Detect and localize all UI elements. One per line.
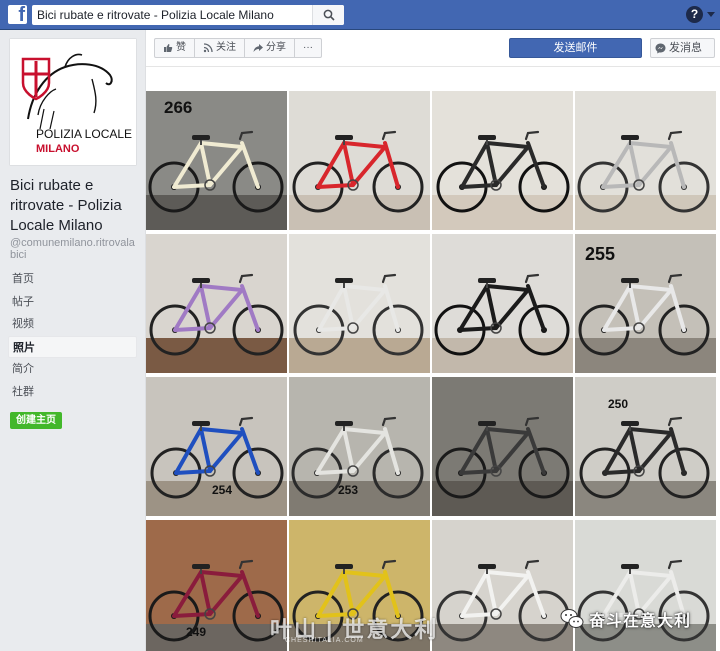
bike-photo[interactable] [432, 91, 573, 230]
more-options-button[interactable]: ··· [294, 38, 322, 58]
bike-photo-image [289, 377, 430, 516]
search-button[interactable] [312, 5, 344, 25]
watermark-right: 奋斗在意大利 [560, 607, 691, 631]
rss-icon [203, 43, 213, 53]
search-box[interactable]: Bici rubate e ritrovate - Polizia Locale… [32, 5, 344, 25]
logo-text-line1: POLIZIA LOCALE [36, 127, 132, 141]
follow-label: 关注 [216, 42, 236, 53]
bike-number-label: 255 [585, 244, 616, 264]
action-button-group: 赞 关注 分享 ··· [154, 38, 322, 58]
watermark-left-subtitle: CHESHITALIA.COM [285, 637, 364, 644]
bike-photo-image [289, 91, 430, 230]
nav-item-videos[interactable]: 视频 [8, 313, 137, 336]
more-icon: ··· [303, 42, 313, 53]
share-button[interactable]: 分享 [244, 38, 295, 58]
thumbs-up-icon [164, 44, 173, 52]
bike-photo-image [432, 520, 573, 651]
bike-photo-image [432, 234, 573, 373]
bike-photo-image [432, 377, 573, 516]
bike-photo[interactable] [289, 234, 430, 373]
share-arrow-icon [253, 44, 263, 52]
bike-photo[interactable] [432, 377, 573, 516]
facebook-logo-icon[interactable]: f [8, 4, 27, 26]
bike-photo[interactable] [432, 520, 573, 651]
wechat-icon [560, 609, 584, 628]
bike-photo-image [146, 520, 287, 651]
bike-photo-image [575, 377, 716, 516]
bike-photo[interactable] [146, 234, 287, 373]
bike-photo-image [575, 91, 716, 230]
messenger-icon [655, 43, 666, 53]
bike-photo[interactable]: 249 [146, 520, 287, 651]
bike-photo-image [289, 234, 430, 373]
send-message-button[interactable]: 发消息 [650, 38, 715, 58]
bike-photo[interactable]: 266 [146, 91, 287, 230]
chevron-down-icon[interactable] [707, 12, 715, 17]
page-title[interactable]: Bici rubate e ritrovate - Polizia Locale… [10, 176, 140, 236]
polizia-locale-logo: POLIZIA LOCALE MILANO [10, 39, 136, 165]
bike-photo[interactable] [575, 91, 716, 230]
message-label: 发消息 [669, 42, 702, 54]
photo-grid: 266 255 254 253 250 249 [146, 91, 720, 651]
create-page-button[interactable]: 创建主页 [10, 412, 62, 429]
search-input[interactable]: Bici rubate e ritrovate - Polizia Locale… [37, 8, 274, 22]
bike-photo[interactable]: 254 [146, 377, 287, 516]
bike-photo[interactable] [575, 520, 716, 651]
bike-number-label: 254 [212, 483, 233, 497]
watermark-right-text: 奋斗在意大利 [589, 613, 692, 630]
bike-photo-image [432, 91, 573, 230]
share-label: 分享 [266, 42, 286, 53]
page-navigation: 首页 帖子 视频 照片 简介 社群 [8, 268, 137, 403]
bike-number-label: 249 [186, 625, 207, 639]
nav-item-home[interactable]: 首页 [8, 268, 137, 291]
bike-photo-image [575, 520, 716, 651]
bike-number-label: 250 [608, 397, 629, 411]
send-email-button[interactable]: 发送邮件 [509, 38, 642, 58]
bike-photo[interactable] [289, 91, 430, 230]
like-button[interactable]: 赞 [154, 38, 195, 58]
nav-item-posts[interactable]: 帖子 [8, 291, 137, 314]
bike-photo[interactable]: 255 [575, 234, 716, 373]
page-profile-picture[interactable]: POLIZIA LOCALE MILANO [9, 38, 137, 166]
nav-item-about[interactable]: 简介 [8, 358, 137, 381]
bike-photo-image [146, 234, 287, 373]
bike-photo[interactable]: 253 [289, 377, 430, 516]
follow-button[interactable]: 关注 [194, 38, 245, 58]
logo-text-line2: MILANO [36, 143, 80, 155]
help-icon[interactable]: ? [686, 6, 703, 23]
nav-item-community[interactable]: 社群 [8, 381, 137, 404]
bike-number-label: 253 [338, 483, 359, 497]
page-handle[interactable]: @comunemilano.ritrovalabici [10, 237, 138, 261]
search-icon [323, 9, 335, 21]
page-action-bar: 赞 关注 分享 ··· 发送邮件 发消息 [146, 30, 720, 67]
facebook-logo-letter: f [18, 4, 25, 26]
nav-item-photos[interactable]: 照片 [8, 335, 137, 358]
top-navigation-bar: f Bici rubate e ritrovate - Polizia Loca… [0, 0, 720, 30]
bike-photo[interactable] [432, 234, 573, 373]
bike-photo[interactable]: 250 [575, 377, 716, 516]
like-label: 赞 [176, 42, 186, 53]
bike-number-label: 266 [164, 98, 193, 117]
